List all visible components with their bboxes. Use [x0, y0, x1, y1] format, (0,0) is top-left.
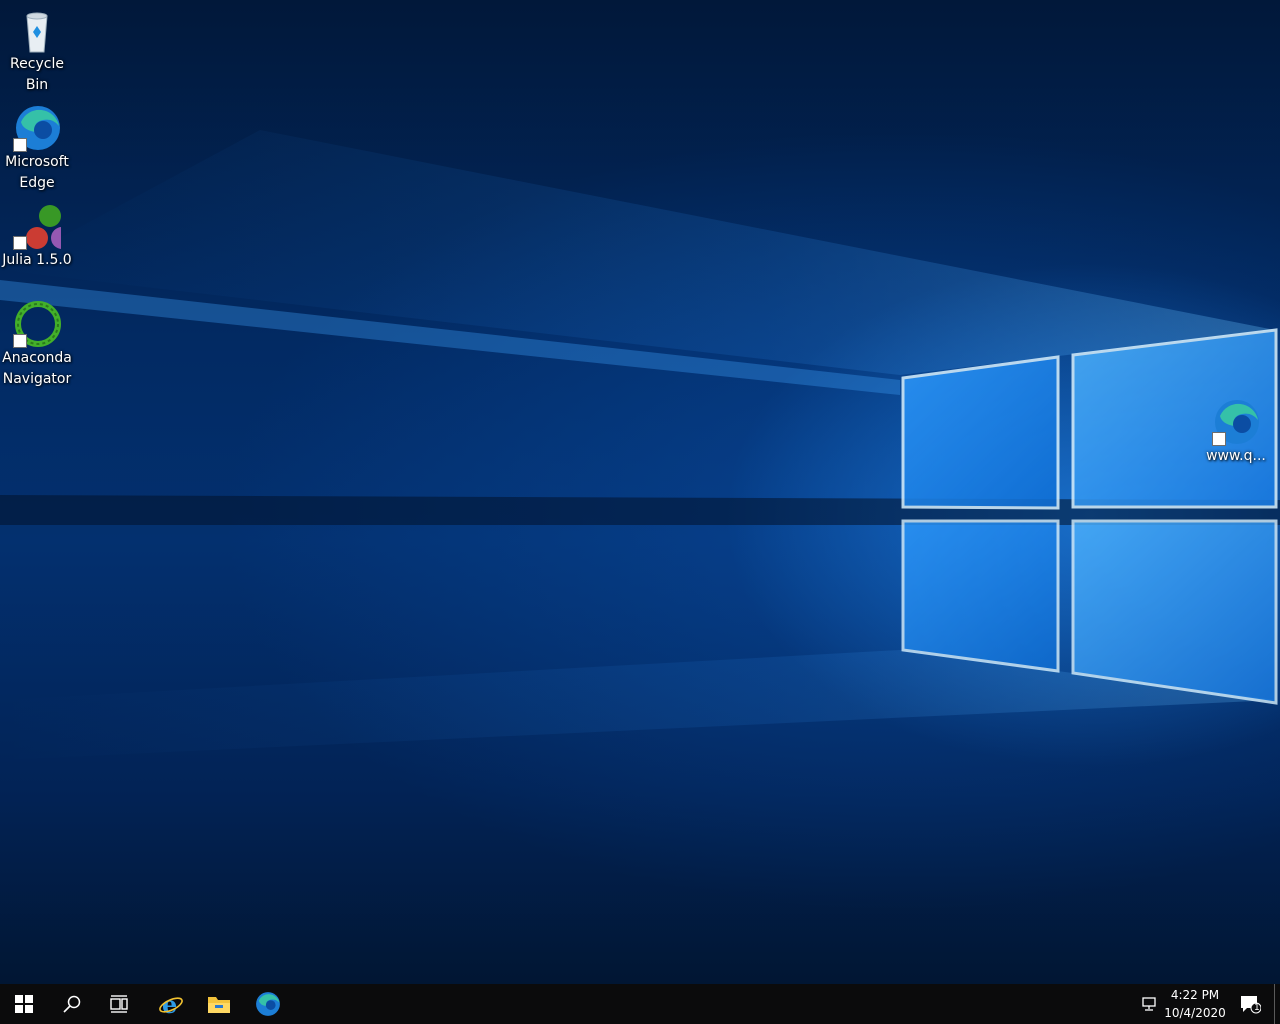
file-explorer-icon [208, 997, 230, 1013]
shortcut-arrow-icon [1212, 432, 1226, 446]
clock-time: 4:22 PM [1170, 988, 1220, 1002]
edge-icon [1212, 398, 1260, 446]
network-icon [1142, 997, 1156, 1011]
recycle-bin-icon [13, 6, 61, 54]
desktop-icon-label: www.q... [1206, 448, 1266, 464]
desktop-icon-label: Microsoft Edge [5, 154, 69, 191]
desktop-icon-label: Recycle Bin [10, 56, 64, 93]
show-desktop-button[interactable] [1274, 984, 1280, 1024]
edge-icon [13, 104, 61, 152]
taskbar-internet-explorer[interactable]: e [147, 984, 195, 1024]
desktop-icon-label: Julia 1.5.0 [2, 252, 72, 268]
desktop-icon-recycle-bin[interactable]: Recycle Bin [0, 6, 74, 96]
anaconda-icon [13, 300, 61, 348]
taskbar-edge[interactable] [244, 984, 292, 1024]
shortcut-arrow-icon [13, 334, 27, 348]
desktop-icon-microsoft-edge[interactable]: Microsoft Edge [0, 104, 74, 194]
desktop-icon-web-shortcut[interactable]: www.q... [1199, 398, 1273, 467]
taskbar: e 4:22 PM 10/4/2020 1 [0, 984, 1280, 1024]
windows-start-icon [15, 995, 33, 1013]
search-button[interactable] [48, 984, 96, 1024]
desktop-icon-label: Anaconda Navigator [2, 350, 72, 387]
action-center-button[interactable]: 1 [1232, 984, 1268, 1024]
desktop[interactable]: Recycle Bin Microsoft Edge Julia 1.5.0 A… [0, 0, 1280, 984]
julia-icon [13, 202, 73, 250]
edge-icon [256, 992, 280, 1016]
start-button[interactable] [0, 984, 48, 1024]
task-view-icon [110, 995, 128, 1013]
notification-count: 1 [1254, 1003, 1260, 1013]
taskbar-file-explorer[interactable] [195, 984, 243, 1024]
internet-explorer-icon: e [159, 991, 183, 1017]
shortcut-arrow-icon [13, 236, 27, 250]
desktop-icon-julia[interactable]: Julia 1.5.0 [0, 202, 74, 271]
task-view-button[interactable] [96, 984, 144, 1024]
clock-date: 10/4/2020 [1164, 1006, 1226, 1020]
desktop-icon-anaconda-navigator[interactable]: Anaconda Navigator [0, 300, 74, 390]
shortcut-arrow-icon [13, 138, 27, 152]
wallpaper-windows-logo [0, 130, 1280, 760]
search-icon [63, 995, 81, 1013]
clock[interactable]: 4:22 PM 10/4/2020 [1160, 986, 1230, 1022]
